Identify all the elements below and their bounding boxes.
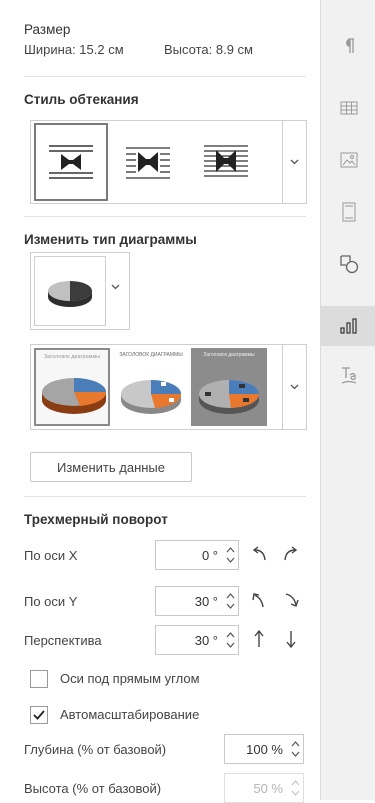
depth-label: Глубина (% от базовой) (24, 742, 167, 757)
chart-icon (339, 318, 357, 334)
svg-text:· · ·: · · · (71, 416, 77, 421)
autoscale-label: Автомасштабирование (60, 707, 200, 722)
pie-style-3-image (199, 380, 260, 414)
divider (24, 216, 306, 217)
chart-type-preview (34, 256, 106, 326)
arrow-down-icon (286, 631, 296, 649)
rotate-left-icon (252, 546, 266, 561)
perspective-increase-button[interactable] (248, 628, 270, 650)
rotate-up-icon (252, 593, 264, 608)
table-icon (340, 101, 357, 115)
right-toolbar (320, 0, 375, 800)
pie-style-1-image: · · · (42, 378, 107, 421)
paragraph-settings-tab[interactable] (321, 26, 375, 66)
height-value: 50 % (253, 780, 283, 796)
x-rotation-input[interactable]: 0 ° (155, 540, 239, 570)
wrap-style-gallery (30, 120, 307, 204)
pie-style-2-image (121, 380, 182, 414)
spinner-arrows-icon (291, 741, 299, 757)
autoscale-checkbox[interactable] (30, 706, 48, 724)
image-settings-tab[interactable] (321, 140, 375, 180)
depth-value: 100 % (246, 741, 283, 757)
text-art-settings-tab[interactable] (321, 356, 375, 396)
spinner-arrows-icon (291, 780, 299, 796)
shape-settings-tab[interactable] (321, 244, 375, 284)
chart-settings-panel: Размер Ширина: 15.2 см Высота: 8.9 см Ст… (0, 0, 320, 803)
chart-style-dropdown[interactable] (282, 345, 306, 429)
spinner-arrows-icon (226, 593, 234, 609)
perspective-value: 30 ° (194, 632, 218, 648)
perspective-decrease-button[interactable] (280, 628, 302, 650)
chart-type-selector[interactable] (30, 252, 130, 330)
rotate-up-button[interactable] (248, 589, 270, 611)
y-rotation-value: 30 ° (194, 593, 218, 609)
image-icon (340, 152, 357, 168)
wrap-tight-icon (126, 147, 170, 179)
size-title: Размер (24, 22, 71, 37)
edit-data-button[interactable]: Изменить данные (30, 452, 192, 482)
perspective-input[interactable]: 30 ° (155, 625, 239, 655)
spinner-arrows-icon (226, 632, 234, 648)
y-rotation-stepper[interactable] (222, 587, 238, 615)
arrow-up-icon (254, 629, 264, 647)
wrap-style-title: Стиль обтекания (24, 92, 139, 107)
wrap-through-icon (204, 145, 248, 177)
size-height: Высота: 8.9 см (164, 42, 253, 57)
wrap-square-option[interactable] (34, 123, 108, 201)
chart-settings-tab[interactable] (321, 306, 375, 346)
y-rotation-input[interactable]: 30 ° (155, 586, 239, 616)
right-angle-axes-checkbox[interactable] (30, 670, 48, 688)
pie-chart-3d-icon (48, 281, 92, 307)
wrap-square-icon (49, 145, 93, 179)
chart-type-dropdown[interactable] (111, 281, 120, 293)
depth-stepper[interactable] (287, 735, 303, 763)
header-footer-icon (342, 202, 355, 222)
x-rotation-value: 0 ° (201, 547, 218, 563)
height-input[interactable]: 50 % (224, 773, 304, 803)
chart-style-2[interactable]: ЗАГОЛОВОК ДИАГРАММЫ (113, 348, 189, 426)
perspective-stepper[interactable] (222, 626, 238, 654)
chart-style-1[interactable]: Заголовок диаграммы · · · (34, 348, 110, 426)
rotation-title: Трехмерный поворот (24, 512, 168, 527)
height-stepper[interactable] (287, 774, 303, 802)
paragraph-icon (345, 38, 354, 53)
wrap-style-dropdown[interactable] (282, 121, 306, 203)
divider (24, 496, 306, 497)
chart-style-gallery: Заголовок диаграммы · · · ЗАГОЛОВОК ДИАГ… (30, 344, 307, 430)
chevron-down-icon (111, 284, 120, 290)
header-footer-settings-tab[interactable] (321, 192, 375, 232)
divider (24, 76, 306, 77)
chevron-down-icon (290, 384, 299, 390)
depth-input[interactable]: 100 % (224, 734, 304, 764)
chart-style-3[interactable]: Заголовок диаграммы (191, 348, 267, 426)
y-rotation-label: По оси Y (24, 594, 78, 609)
height-label: Высота (% от базовой) (24, 781, 162, 796)
shape-icon (339, 255, 358, 274)
text-art-icon (341, 367, 356, 384)
rotate-down-button[interactable] (280, 589, 302, 611)
perspective-label: Перспектива (24, 633, 102, 648)
x-rotation-stepper[interactable] (222, 541, 238, 569)
rotate-left-button[interactable] (248, 543, 270, 565)
x-rotation-label: По оси X (24, 548, 78, 563)
wrap-through-option[interactable] (189, 124, 263, 200)
spinner-arrows-icon (226, 547, 234, 563)
checkmark-icon (33, 710, 45, 720)
chart-type-title: Изменить тип диаграммы (24, 232, 197, 247)
rotate-down-icon (285, 593, 299, 607)
right-angle-axes-label: Оси под прямым углом (60, 671, 200, 686)
size-width: Ширина: 15.2 см (24, 42, 124, 57)
rotate-right-icon (284, 546, 298, 561)
rotate-right-button[interactable] (280, 543, 302, 565)
table-settings-tab[interactable] (321, 88, 375, 128)
wrap-tight-option[interactable] (111, 124, 185, 200)
chevron-down-icon (290, 159, 299, 165)
